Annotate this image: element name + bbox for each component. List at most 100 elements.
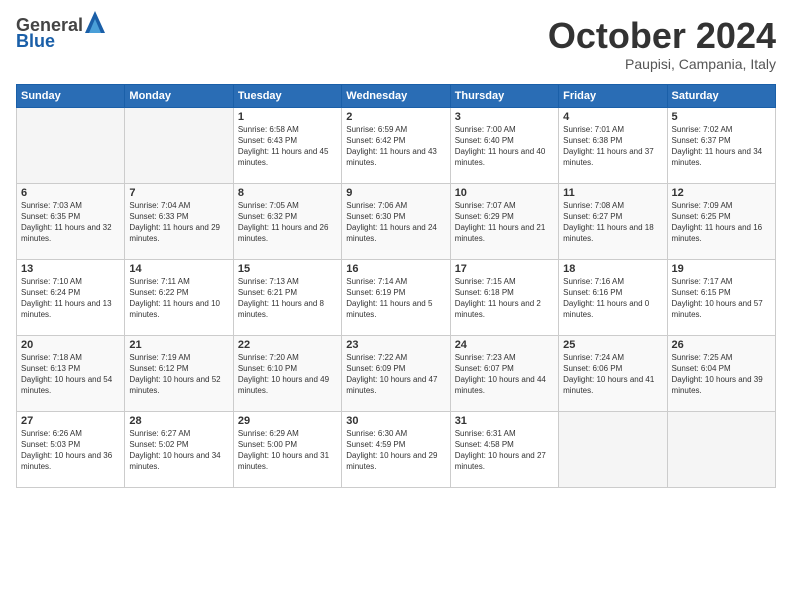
- sunrise-text: Sunrise: 6:30 AM: [346, 429, 407, 438]
- sunrise-text: Sunrise: 7:23 AM: [455, 353, 516, 362]
- daylight-text: Daylight: 10 hours and 31 minutes.: [238, 451, 329, 471]
- day-number: 3: [455, 111, 554, 123]
- day-cell: 17 Sunrise: 7:15 AM Sunset: 6:18 PM Dayl…: [450, 259, 558, 335]
- day-cell: 25 Sunrise: 7:24 AM Sunset: 6:06 PM Dayl…: [559, 335, 667, 411]
- logo: General Blue: [16, 16, 105, 52]
- sunrise-text: Sunrise: 6:31 AM: [455, 429, 516, 438]
- sunset-text: Sunset: 4:59 PM: [346, 440, 405, 449]
- day-number: 31: [455, 415, 554, 427]
- sunrise-text: Sunrise: 7:01 AM: [563, 125, 624, 134]
- sunset-text: Sunset: 6:21 PM: [238, 288, 297, 297]
- day-number: 1: [238, 111, 337, 123]
- daylight-text: Daylight: 10 hours and 41 minutes.: [563, 375, 654, 395]
- sunset-text: Sunset: 6:16 PM: [563, 288, 622, 297]
- day-number: 17: [455, 263, 554, 275]
- day-info: Sunrise: 7:14 AM Sunset: 6:19 PM Dayligh…: [346, 276, 445, 321]
- daylight-text: Daylight: 11 hours and 10 minutes.: [129, 299, 220, 319]
- sunrise-text: Sunrise: 7:04 AM: [129, 201, 190, 210]
- day-cell: 15 Sunrise: 7:13 AM Sunset: 6:21 PM Dayl…: [233, 259, 341, 335]
- day-cell: 10 Sunrise: 7:07 AM Sunset: 6:29 PM Dayl…: [450, 183, 558, 259]
- day-number: 2: [346, 111, 445, 123]
- daylight-text: Daylight: 11 hours and 43 minutes.: [346, 147, 437, 167]
- day-info: Sunrise: 6:27 AM Sunset: 5:02 PM Dayligh…: [129, 428, 228, 473]
- day-number: 13: [21, 263, 120, 275]
- daylight-text: Daylight: 11 hours and 16 minutes.: [672, 223, 763, 243]
- day-cell: 26 Sunrise: 7:25 AM Sunset: 6:04 PM Dayl…: [667, 335, 775, 411]
- daylight-text: Daylight: 10 hours and 57 minutes.: [672, 299, 763, 319]
- week-row-3: 13 Sunrise: 7:10 AM Sunset: 6:24 PM Dayl…: [17, 259, 776, 335]
- daylight-text: Daylight: 11 hours and 29 minutes.: [129, 223, 220, 243]
- day-cell: 9 Sunrise: 7:06 AM Sunset: 6:30 PM Dayli…: [342, 183, 450, 259]
- day-number: 18: [563, 263, 662, 275]
- day-number: 25: [563, 339, 662, 351]
- day-info: Sunrise: 6:30 AM Sunset: 4:59 PM Dayligh…: [346, 428, 445, 473]
- day-cell: 5 Sunrise: 7:02 AM Sunset: 6:37 PM Dayli…: [667, 107, 775, 183]
- sunset-text: Sunset: 6:32 PM: [238, 212, 297, 221]
- day-number: 15: [238, 263, 337, 275]
- sunset-text: Sunset: 6:10 PM: [238, 364, 297, 373]
- day-info: Sunrise: 6:29 AM Sunset: 5:00 PM Dayligh…: [238, 428, 337, 473]
- daylight-text: Daylight: 11 hours and 21 minutes.: [455, 223, 546, 243]
- daylight-text: Daylight: 11 hours and 13 minutes.: [21, 299, 112, 319]
- daylight-text: Daylight: 11 hours and 8 minutes.: [238, 299, 324, 319]
- day-number: 8: [238, 187, 337, 199]
- sunrise-text: Sunrise: 7:07 AM: [455, 201, 516, 210]
- day-info: Sunrise: 7:19 AM Sunset: 6:12 PM Dayligh…: [129, 352, 228, 397]
- day-cell: [17, 107, 125, 183]
- day-cell: 6 Sunrise: 7:03 AM Sunset: 6:35 PM Dayli…: [17, 183, 125, 259]
- sunset-text: Sunset: 6:37 PM: [672, 136, 731, 145]
- day-cell: 1 Sunrise: 6:58 AM Sunset: 6:43 PM Dayli…: [233, 107, 341, 183]
- day-cell: 20 Sunrise: 7:18 AM Sunset: 6:13 PM Dayl…: [17, 335, 125, 411]
- day-cell: 28 Sunrise: 6:27 AM Sunset: 5:02 PM Dayl…: [125, 411, 233, 487]
- week-row-4: 20 Sunrise: 7:18 AM Sunset: 6:13 PM Dayl…: [17, 335, 776, 411]
- day-number: 9: [346, 187, 445, 199]
- page-container: General Blue October 2024 Paupisi, Campa…: [0, 0, 792, 498]
- week-row-1: 1 Sunrise: 6:58 AM Sunset: 6:43 PM Dayli…: [17, 107, 776, 183]
- logo-icon: [85, 11, 105, 33]
- sunset-text: Sunset: 5:02 PM: [129, 440, 188, 449]
- sunrise-text: Sunrise: 7:02 AM: [672, 125, 733, 134]
- day-cell: 4 Sunrise: 7:01 AM Sunset: 6:38 PM Dayli…: [559, 107, 667, 183]
- day-number: 26: [672, 339, 771, 351]
- sunrise-text: Sunrise: 7:24 AM: [563, 353, 624, 362]
- day-number: 11: [563, 187, 662, 199]
- calendar-table: Sunday Monday Tuesday Wednesday Thursday…: [16, 84, 776, 488]
- sunset-text: Sunset: 4:58 PM: [455, 440, 514, 449]
- sunrise-text: Sunrise: 6:27 AM: [129, 429, 190, 438]
- day-info: Sunrise: 7:09 AM Sunset: 6:25 PM Dayligh…: [672, 200, 771, 245]
- sunrise-text: Sunrise: 6:58 AM: [238, 125, 299, 134]
- day-info: Sunrise: 7:03 AM Sunset: 6:35 PM Dayligh…: [21, 200, 120, 245]
- col-tuesday: Tuesday: [233, 84, 341, 107]
- page-header: General Blue October 2024 Paupisi, Campa…: [16, 16, 776, 72]
- daylight-text: Daylight: 10 hours and 27 minutes.: [455, 451, 546, 471]
- day-number: 28: [129, 415, 228, 427]
- day-cell: 21 Sunrise: 7:19 AM Sunset: 6:12 PM Dayl…: [125, 335, 233, 411]
- sunrise-text: Sunrise: 6:29 AM: [238, 429, 299, 438]
- day-number: 6: [21, 187, 120, 199]
- day-info: Sunrise: 7:04 AM Sunset: 6:33 PM Dayligh…: [129, 200, 228, 245]
- weekday-row: Sunday Monday Tuesday Wednesday Thursday…: [17, 84, 776, 107]
- day-number: 12: [672, 187, 771, 199]
- sunrise-text: Sunrise: 7:25 AM: [672, 353, 733, 362]
- daylight-text: Daylight: 11 hours and 34 minutes.: [672, 147, 763, 167]
- sunrise-text: Sunrise: 7:03 AM: [21, 201, 82, 210]
- day-info: Sunrise: 7:06 AM Sunset: 6:30 PM Dayligh…: [346, 200, 445, 245]
- logo-text: General Blue: [16, 16, 105, 52]
- day-info: Sunrise: 6:59 AM Sunset: 6:42 PM Dayligh…: [346, 124, 445, 169]
- col-wednesday: Wednesday: [342, 84, 450, 107]
- day-number: 27: [21, 415, 120, 427]
- day-cell: 3 Sunrise: 7:00 AM Sunset: 6:40 PM Dayli…: [450, 107, 558, 183]
- sunset-text: Sunset: 6:33 PM: [129, 212, 188, 221]
- sunset-text: Sunset: 6:25 PM: [672, 212, 731, 221]
- daylight-text: Daylight: 11 hours and 0 minutes.: [563, 299, 649, 319]
- sunset-text: Sunset: 6:15 PM: [672, 288, 731, 297]
- daylight-text: Daylight: 10 hours and 39 minutes.: [672, 375, 763, 395]
- daylight-text: Daylight: 11 hours and 2 minutes.: [455, 299, 541, 319]
- day-number: 29: [238, 415, 337, 427]
- sunrise-text: Sunrise: 7:13 AM: [238, 277, 299, 286]
- sunset-text: Sunset: 6:06 PM: [563, 364, 622, 373]
- sunrise-text: Sunrise: 7:14 AM: [346, 277, 407, 286]
- sunset-text: Sunset: 6:42 PM: [346, 136, 405, 145]
- day-cell: 29 Sunrise: 6:29 AM Sunset: 5:00 PM Dayl…: [233, 411, 341, 487]
- sunset-text: Sunset: 6:38 PM: [563, 136, 622, 145]
